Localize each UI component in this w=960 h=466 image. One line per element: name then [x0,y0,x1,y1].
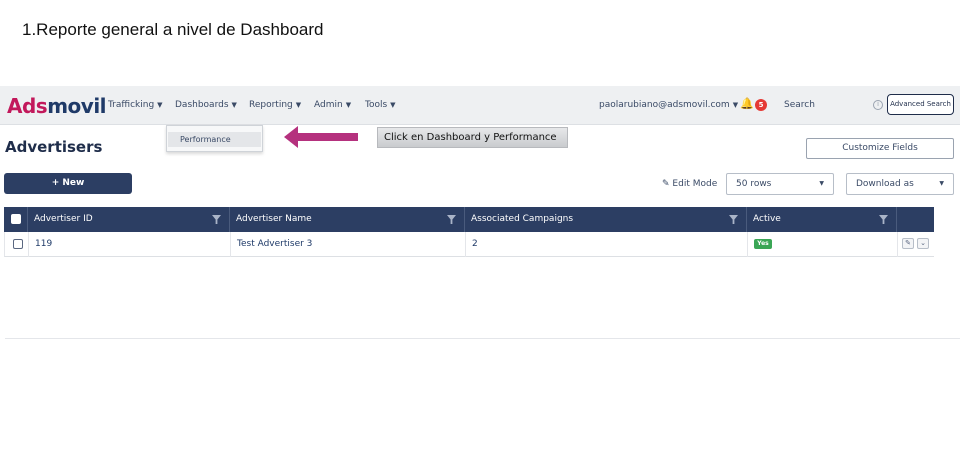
nav-trafficking[interactable]: Trafficking ▼ [108,100,163,110]
nav-reporting[interactable]: Reporting ▼ [249,100,301,110]
row-checkbox[interactable] [13,239,23,249]
edit-mode-button[interactable]: ✎ Edit Mode [662,179,717,189]
search-input[interactable]: Search [784,100,815,110]
download-as-select[interactable]: Download as ▼ [846,173,954,195]
page-title: Advertisers [5,138,103,156]
column-active[interactable]: Active [747,207,897,232]
column-label: Advertiser Name [236,214,312,224]
filter-icon[interactable] [729,215,738,224]
column-actions [897,207,934,232]
active-status-badge: Yes [754,238,772,249]
user-email: paolarubiano@adsmovil.com [599,100,730,110]
notification-badge: 5 [755,99,767,111]
nav-trafficking-label: Trafficking [108,100,155,110]
customize-fields-button[interactable]: Customize Fields [806,138,954,159]
column-label: Associated Campaigns [471,214,574,224]
divider [5,338,960,339]
chevron-down-icon: ▼ [157,101,163,109]
logo-ads: Ads [7,94,48,118]
dropdown-item-performance[interactable]: Performance [168,132,261,147]
select-all-checkbox[interactable] [11,214,21,224]
nav-admin[interactable]: Admin ▼ [314,100,351,110]
cell-active: Yes [748,232,898,257]
chevron-down-icon: ▼ [295,101,302,109]
rows-select-value: 50 rows [736,179,772,189]
new-advertiser-button[interactable]: + New [4,173,132,194]
filter-icon[interactable] [447,215,456,224]
adsmovil-logo[interactable]: Adsmovil [7,94,107,118]
info-icon[interactable]: i [873,100,883,110]
nav-dashboards-label: Dashboards [175,100,229,110]
select-all-cell [4,207,28,232]
cell-advertiser-id: 119 [29,232,231,257]
nav-tools[interactable]: Tools ▼ [365,100,396,110]
bell-icon[interactable]: 🔔 [740,97,754,110]
nav-tools-label: Tools [365,100,388,110]
chevron-down-icon: ▼ [231,101,237,109]
chevron-down-icon: ▼ [390,101,396,109]
chevron-down-icon: ▼ [939,180,944,187]
column-advertiser-name[interactable]: Advertiser Name [230,207,465,232]
cell-advertiser-name[interactable]: Test Advertiser 3 [231,232,466,257]
rows-per-page-select[interactable]: 50 rows ▼ [726,173,834,195]
column-label: Advertiser ID [34,214,93,224]
download-select-value: Download as [856,179,914,189]
top-navbar: Adsmovil Trafficking ▼ Dashboards ▼ Report… [0,86,960,125]
filter-icon[interactable] [212,215,221,224]
nav-dashboards[interactable]: Dashboards ▼ [175,100,237,110]
cell-actions: ✎ ⌄ [898,232,934,257]
filter-icon[interactable] [879,215,888,224]
nav-reporting-label: Reporting [249,100,293,110]
table-row[interactable]: 119 Test Advertiser 3 2 Yes ✎ ⌄ [4,232,934,257]
chevron-down-icon: ▼ [819,180,824,187]
row-select-cell [5,232,29,257]
nav-admin-label: Admin [314,100,343,110]
user-menu[interactable]: paolarubiano@adsmovil.com ▼ [599,100,738,110]
pencil-icon[interactable]: ✎ [902,238,914,249]
advanced-search-button[interactable]: Advanced Search [887,94,954,115]
edit-mode-label: Edit Mode [672,179,718,189]
annotation-arrow [284,126,358,148]
column-advertiser-id[interactable]: Advertiser ID [28,207,230,232]
chevron-down-icon: ▼ [345,101,352,109]
arrow-shape [284,126,358,148]
annotation-callout: Click en Dashboard y Performance [377,127,568,148]
chevron-down-icon: ▼ [732,101,739,109]
dashboards-dropdown: Performance [166,125,263,152]
cell-associated-campaigns: 2 [466,232,748,257]
logo-movil: movil [47,94,107,118]
slide-title: 1.Reporte general a nivel de Dashboard [22,20,324,39]
chevron-down-icon[interactable]: ⌄ [917,238,929,249]
column-associated-campaigns[interactable]: Associated Campaigns [465,207,747,232]
column-label: Active [753,214,781,224]
table-header: Advertiser ID Advertiser Name Associated… [4,207,934,232]
pencil-icon: ✎ [662,179,670,189]
